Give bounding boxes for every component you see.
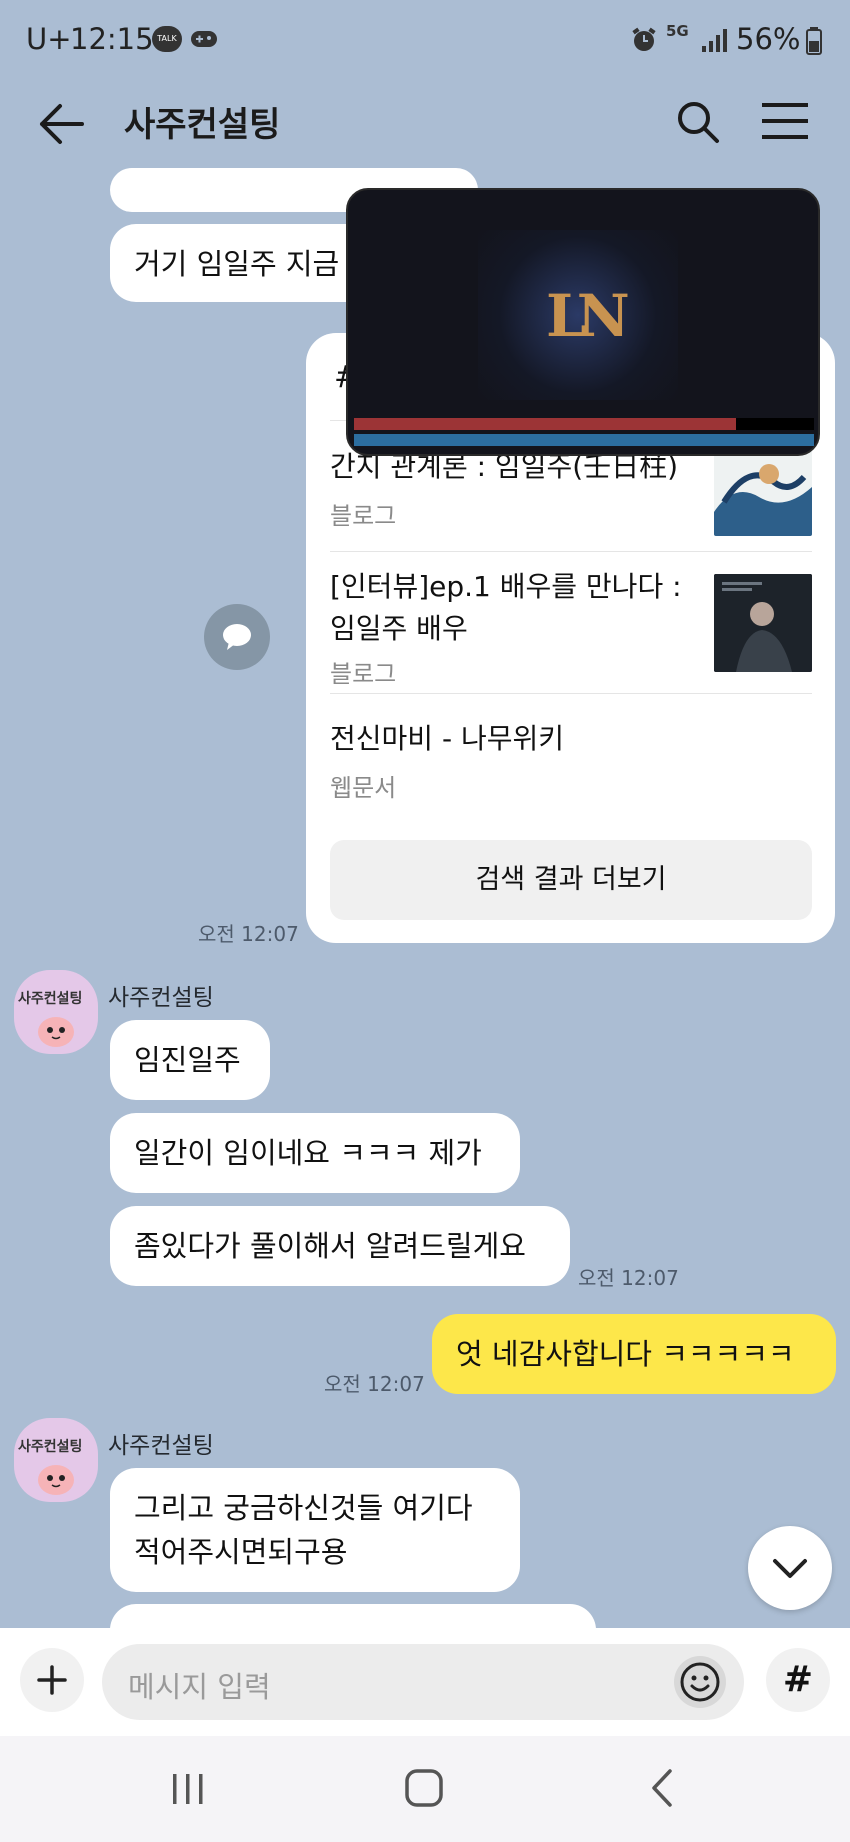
- divider: [330, 693, 812, 694]
- search-result-item[interactable]: 간지 관계론 : 임일주(壬日柱) 블로그: [330, 440, 812, 550]
- message-text: 거기 임일주 지금: [134, 247, 340, 281]
- menu-icon[interactable]: [762, 102, 808, 140]
- status-bar: U+ 12:15 TALK 5G 56%: [0, 0, 850, 82]
- message-text: 일간이 임이네요 ㅋㅋㅋ 제가: [134, 1136, 482, 1170]
- talk-badge-text: TALK: [157, 34, 177, 43]
- recent-apps-icon[interactable]: [170, 1772, 206, 1806]
- hashtag-search-button[interactable]: #: [766, 1648, 830, 1712]
- search-result-item[interactable]: [인터뷰]ep.1 배우를 만나다 : 임일주 배우 블로그: [330, 566, 812, 688]
- avatar[interactable]: 사주컨설팅: [14, 970, 98, 1054]
- search-result-item[interactable]: 전신마비 - 나무위키 웹문서: [330, 714, 812, 804]
- speech-bubble-icon: [221, 622, 253, 652]
- chevron-down-icon: [772, 1558, 808, 1580]
- clock: 12:15: [70, 22, 154, 56]
- share-button[interactable]: [204, 604, 270, 670]
- message-text: 엇 네감사합니다 ㅋㅋㅋㅋㅋ: [456, 1337, 795, 1371]
- more-results-button[interactable]: 검색 결과 더보기: [330, 840, 812, 920]
- message-text-line2: 적어주시면되구용: [134, 1535, 348, 1569]
- alarm-icon: [630, 26, 658, 54]
- result-source: 블로그: [330, 502, 397, 530]
- home-icon[interactable]: [404, 1768, 444, 1808]
- message-bubble: 임진일주: [110, 1020, 270, 1100]
- scroll-down-button[interactable]: [748, 1526, 832, 1610]
- my-message-bubble: 엇 네감사합니다 ㅋㅋㅋㅋㅋ: [432, 1314, 836, 1394]
- result-source: 블로그: [330, 660, 397, 688]
- message-bubble: 일간이 임이네요 ㅋㅋㅋ 제가: [110, 1113, 520, 1193]
- video-overlay[interactable]: LN: [346, 188, 820, 456]
- peach-character-icon: [36, 1012, 76, 1050]
- message-time: 오전 12:07: [578, 1266, 679, 1290]
- result-source: 웹문서: [330, 774, 397, 802]
- video-progress-fill: [354, 418, 736, 430]
- result-thumbnail-portrait: [714, 574, 812, 672]
- emoji-icon[interactable]: [674, 1656, 726, 1708]
- back-arrow-icon[interactable]: [36, 102, 86, 146]
- result-title-line1: [인터뷰]ep.1 배우를 만나다 :: [330, 570, 682, 603]
- battery-percent: 56%: [736, 22, 801, 56]
- back-nav-icon[interactable]: [650, 1768, 674, 1808]
- game-controller-icon: [190, 28, 218, 50]
- more-results-label: 검색 결과 더보기: [475, 864, 667, 895]
- signal-icon: [700, 28, 728, 54]
- peach-character-icon: [36, 1460, 76, 1498]
- chat-title: 사주컨설팅: [124, 105, 281, 145]
- message-time: 오전 12:07: [198, 922, 299, 946]
- video-logo: LN: [546, 282, 630, 350]
- video-progress-track: [354, 418, 814, 430]
- message-bubble: 좀있다가 풀이해서 알려드릴게요: [110, 1206, 570, 1286]
- result-title: 전신마비 - 나무위키: [330, 722, 564, 755]
- divider: [330, 551, 812, 552]
- message-time: 오전 12:07: [324, 1372, 425, 1396]
- message-input[interactable]: 메시지 입력: [102, 1644, 744, 1720]
- sender-name: 사주컨설팅: [108, 985, 214, 1011]
- add-button[interactable]: [20, 1648, 84, 1712]
- hash-icon: #: [782, 1659, 814, 1700]
- search-icon[interactable]: [676, 100, 720, 144]
- carrier-label: U+: [26, 22, 72, 56]
- plus-icon: [36, 1664, 68, 1696]
- message-text: 좀있다가 풀이해서 알려드릴게요: [134, 1229, 526, 1263]
- battery-icon: [806, 27, 822, 55]
- avatar-label: 사주컨설팅: [18, 1439, 83, 1455]
- system-nav-bar: [0, 1736, 850, 1842]
- talk-notification-icon: TALK: [152, 26, 182, 52]
- avatar[interactable]: 사주컨설팅: [14, 1418, 98, 1502]
- message-input-placeholder: 메시지 입력: [128, 1670, 271, 1704]
- result-thumbnail-wave: [714, 442, 812, 536]
- result-title-line2: 임일주 배우: [330, 612, 468, 645]
- network-type: 5G: [666, 22, 689, 40]
- video-buffer-bar: [354, 434, 814, 446]
- sender-name: 사주컨설팅: [108, 1433, 214, 1459]
- message-bubble: 그리고 궁금하신것들 여기다 적어주시면되구용: [110, 1468, 520, 1592]
- message-text: 임진일주: [134, 1043, 241, 1077]
- input-bar: 메시지 입력 #: [0, 1628, 850, 1736]
- message-text-line1: 그리고 궁금하신것들 여기다: [134, 1491, 473, 1525]
- avatar-label: 사주컨설팅: [18, 991, 83, 1007]
